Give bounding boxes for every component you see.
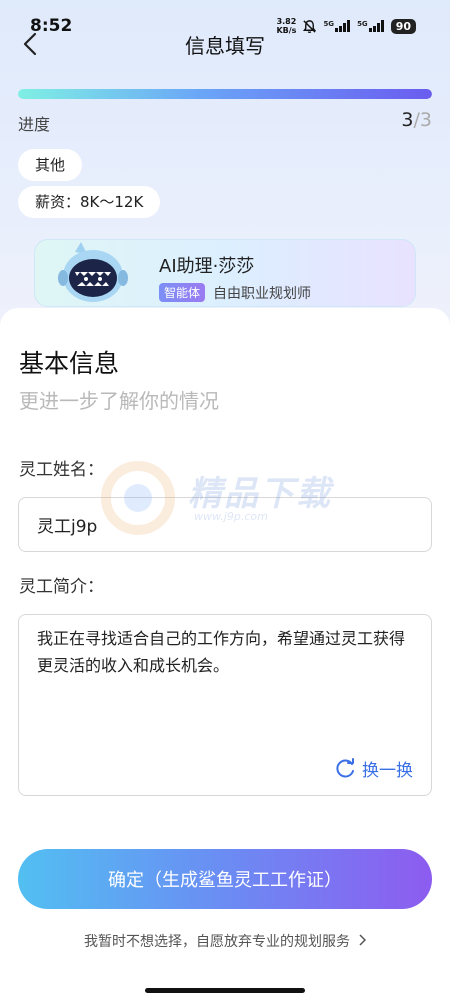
watermark-logo <box>101 461 175 535</box>
section-title: 基本信息 <box>19 349 120 378</box>
tag-chip-salary[interactable]: 薪资：8K～12K <box>18 186 161 218</box>
intro-textarea[interactable]: 我正在寻找适合自己的工作方向，希望通过灵工获得更灵活的收入和成长机会。 换一换 <box>18 614 432 796</box>
ai-assistant-card[interactable]: AI助理·莎莎 智能体 自由职业规划师 <box>34 239 416 307</box>
progress-bar <box>18 89 432 99</box>
nav-bar: 信息填写 <box>0 24 450 64</box>
watermark-url: www.j9p.com <box>194 510 268 523</box>
assistant-role: 自由职业规划师 <box>213 286 311 302</box>
assistant-badge: 智能体 <box>159 283 206 302</box>
skip-label: 我暂时不想选择，自愿放弃专业的规划服务 <box>84 934 350 950</box>
refresh-button[interactable]: 换一换 <box>334 756 413 781</box>
refresh-icon <box>336 757 354 777</box>
chevron-right-icon <box>358 934 367 950</box>
refresh-label: 换一换 <box>362 761 413 781</box>
skip-link[interactable]: 我暂时不想选择，自愿放弃专业的规划服务 <box>0 931 450 951</box>
watermark-text: 精品下载 <box>188 474 332 514</box>
home-indicator <box>145 988 305 993</box>
watermark: 精品下载 www.j9p.com <box>98 458 358 538</box>
confirm-button[interactable]: 确定（生成鲨鱼灵工工作证） <box>18 849 432 909</box>
form-card: 基本信息 更进一步了解你的情况 灵工姓名： 灵工简介： 我正在寻找适合自己的工作… <box>0 308 450 1001</box>
section-subtitle: 更进一步了解你的情况 <box>19 389 219 413</box>
progress-label: 进度 <box>18 115 51 134</box>
page-title: 信息填写 <box>185 34 265 58</box>
intro-field-label: 灵工简介： <box>19 577 104 597</box>
progress-fill <box>18 89 432 99</box>
shark-robot-avatar-icon <box>58 242 128 302</box>
intro-text: 我正在寻找适合自己的工作方向，希望通过灵工获得更灵活的收入和成长机会。 <box>37 629 406 675</box>
progress-count: 3/3 <box>401 109 432 131</box>
tag-chip-category[interactable]: 其他 <box>18 149 83 181</box>
assistant-name: AI助理·莎莎 <box>159 256 255 277</box>
name-field-label: 灵工姓名： <box>19 460 104 480</box>
